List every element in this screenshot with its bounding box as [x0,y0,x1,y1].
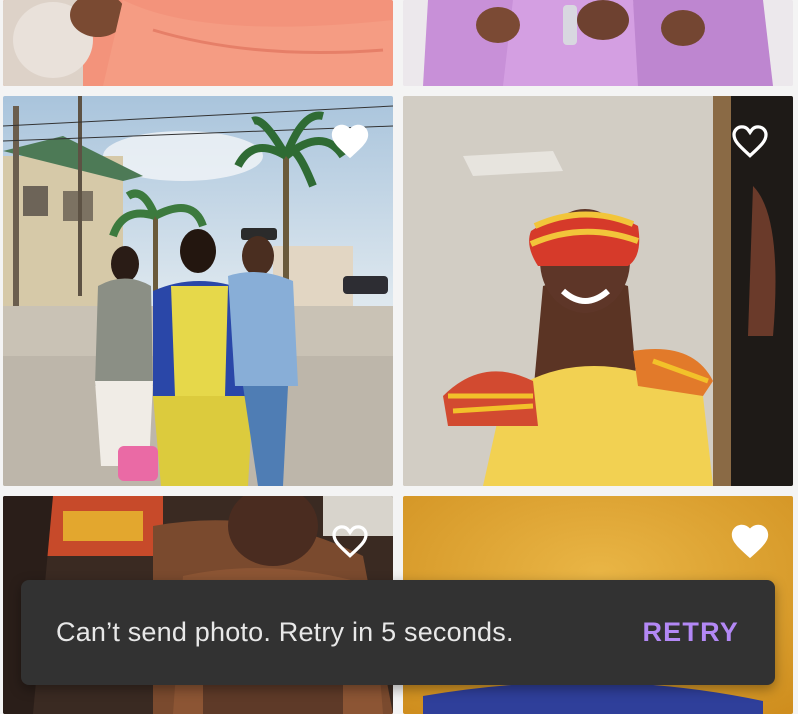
retry-button[interactable]: RETRY [642,617,739,648]
heart-icon [731,524,769,559]
heart-outline-icon [332,525,368,558]
photo-tile-portrait[interactable] [403,96,793,486]
photo-tile-street[interactable] [3,96,393,486]
heart-outline-icon [732,125,768,158]
favorite-outline-icon[interactable] [328,520,372,560]
favorite-icon[interactable] [328,120,372,160]
favorite-outline-icon[interactable] [728,120,772,160]
snackbar: Can’t send photo. Retry in 5 seconds. RE… [21,580,775,685]
photo-tile-top-left[interactable] [3,0,393,86]
favorite-icon[interactable] [728,520,772,560]
top-left-photo-image [3,0,393,86]
photo-gallery-screen: Can’t send photo. Retry in 5 seconds. RE… [0,0,798,714]
snackbar-message: Can’t send photo. Retry in 5 seconds. [56,617,514,647]
top-right-photo-image [403,0,793,86]
photo-tile-top-right[interactable] [403,0,793,86]
heart-icon [331,124,369,159]
